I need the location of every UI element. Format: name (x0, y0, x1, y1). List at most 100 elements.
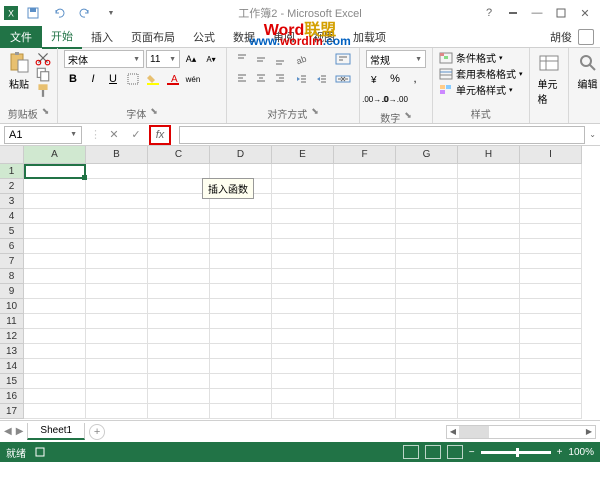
sheet-tab-sheet1[interactable]: Sheet1 (27, 423, 85, 440)
fill-color-icon[interactable] (144, 70, 162, 88)
cell[interactable] (210, 239, 272, 254)
cell[interactable] (272, 389, 334, 404)
cell[interactable] (272, 254, 334, 269)
cell[interactable] (396, 254, 458, 269)
font-size-combo[interactable]: 11▼ (146, 50, 180, 68)
view-normal-icon[interactable] (403, 445, 419, 459)
cells-button[interactable]: 单元格 (536, 50, 562, 108)
cell[interactable] (334, 194, 396, 209)
cell[interactable] (148, 254, 210, 269)
cell[interactable] (334, 329, 396, 344)
cell[interactable] (396, 329, 458, 344)
cell[interactable] (458, 404, 520, 419)
decrease-indent-icon[interactable] (292, 70, 310, 88)
increase-indent-icon[interactable] (312, 70, 330, 88)
view-page-layout-icon[interactable] (425, 445, 441, 459)
row-header[interactable]: 10 (0, 299, 24, 314)
cell[interactable] (396, 359, 458, 374)
cell[interactable] (210, 224, 272, 239)
column-header[interactable]: E (272, 146, 334, 164)
cell[interactable] (210, 359, 272, 374)
cell[interactable] (272, 329, 334, 344)
row-header[interactable]: 2 (0, 179, 24, 194)
cell[interactable] (272, 194, 334, 209)
zoom-slider[interactable] (481, 451, 551, 454)
cell[interactable] (272, 404, 334, 419)
cell[interactable] (520, 194, 582, 209)
cell-styles-button[interactable]: 单元格样式▾ (439, 82, 523, 97)
cell[interactable] (210, 164, 272, 179)
add-sheet-button[interactable]: + (89, 424, 105, 440)
cell[interactable] (458, 239, 520, 254)
cell[interactable] (272, 299, 334, 314)
row-header[interactable]: 9 (0, 284, 24, 299)
row-header[interactable]: 6 (0, 239, 24, 254)
cell[interactable] (396, 299, 458, 314)
cell[interactable] (272, 314, 334, 329)
cell[interactable] (24, 209, 86, 224)
cell[interactable] (520, 389, 582, 404)
cell[interactable] (520, 164, 582, 179)
zoom-out-icon[interactable]: − (469, 447, 475, 458)
paste-button[interactable]: 粘贴 (6, 50, 32, 93)
scroll-thumb[interactable] (459, 426, 489, 438)
row-header[interactable]: 17 (0, 404, 24, 419)
row-header[interactable]: 1 (0, 164, 24, 179)
user-name[interactable]: 胡俊 (550, 29, 572, 45)
cell[interactable] (520, 374, 582, 389)
cell[interactable] (86, 374, 148, 389)
border-icon[interactable] (124, 70, 142, 88)
cell[interactable] (520, 299, 582, 314)
cell[interactable] (396, 179, 458, 194)
bold-button[interactable]: B (64, 70, 82, 88)
cell[interactable] (86, 314, 148, 329)
font-launcher-icon[interactable]: ⬊ (150, 106, 158, 121)
row-header[interactable]: 4 (0, 209, 24, 224)
cell[interactable] (272, 359, 334, 374)
cell[interactable] (210, 329, 272, 344)
row-header[interactable]: 8 (0, 269, 24, 284)
cell[interactable] (24, 284, 86, 299)
cell[interactable] (86, 284, 148, 299)
cell[interactable] (458, 224, 520, 239)
cell[interactable] (396, 404, 458, 419)
cell[interactable] (396, 224, 458, 239)
format-table-button[interactable]: 套用表格格式▾ (439, 66, 523, 81)
pinyin-icon[interactable]: wén (184, 70, 202, 88)
cell[interactable] (334, 374, 396, 389)
conditional-format-button[interactable]: 条件格式▾ (439, 50, 523, 65)
cell[interactable] (148, 194, 210, 209)
row-header[interactable]: 3 (0, 194, 24, 209)
macro-record-icon[interactable] (34, 446, 46, 458)
cell[interactable] (458, 194, 520, 209)
sheet-nav-prev-icon[interactable]: ◀ (4, 426, 12, 437)
format-painter-icon[interactable] (35, 82, 51, 96)
cell[interactable] (334, 344, 396, 359)
cells[interactable] (24, 164, 582, 419)
cell[interactable] (334, 404, 396, 419)
name-box[interactable]: A1▼ (4, 126, 82, 144)
align-center-icon[interactable] (252, 69, 270, 87)
cell[interactable] (272, 344, 334, 359)
cell[interactable] (396, 374, 458, 389)
cell[interactable] (272, 374, 334, 389)
row-header[interactable]: 13 (0, 344, 24, 359)
row-header[interactable]: 16 (0, 389, 24, 404)
cell[interactable] (210, 254, 272, 269)
cell[interactable] (272, 269, 334, 284)
cell[interactable] (86, 224, 148, 239)
cell[interactable] (334, 164, 396, 179)
column-header[interactable]: B (86, 146, 148, 164)
column-header[interactable]: D (210, 146, 272, 164)
cell[interactable] (334, 284, 396, 299)
cell[interactable] (272, 164, 334, 179)
cell[interactable] (86, 344, 148, 359)
tab-home[interactable]: 开始 (42, 25, 82, 49)
cell[interactable] (148, 344, 210, 359)
formula-input[interactable] (179, 126, 585, 144)
cell[interactable] (148, 374, 210, 389)
qat-redo-icon[interactable] (74, 4, 96, 22)
italic-button[interactable]: I (84, 70, 102, 88)
cell[interactable] (210, 269, 272, 284)
cell[interactable] (86, 329, 148, 344)
